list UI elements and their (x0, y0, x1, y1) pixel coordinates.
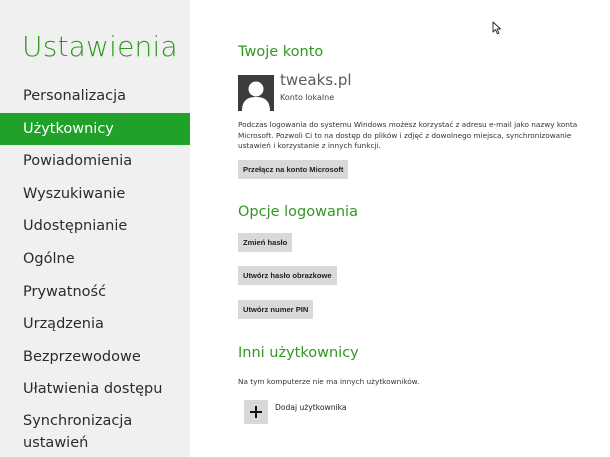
mouse-pointer-icon (492, 21, 501, 35)
nav-item-bezprzewodowe[interactable]: Bezprzewodowe (0, 341, 190, 374)
nav-item-personalizacja[interactable]: Personalizacja (0, 80, 190, 113)
switch-to-microsoft-account-button[interactable]: Przełącz na konto Microsoft (238, 160, 349, 179)
nav-item-urzadzenia[interactable]: Urządzenia (0, 308, 190, 341)
nav-item-ogolne[interactable]: Ogólne (0, 243, 190, 276)
section-title-login-options: Opcje logowania (238, 204, 358, 220)
nav-item-prywatnosc[interactable]: Prywatność (0, 276, 190, 309)
nav-item-uzytkownicy[interactable]: Użytkownicy (0, 112, 190, 146)
no-other-users-text: Na tym komputerze nie ma innych użytkown… (238, 377, 420, 386)
account-description: Podczas logowania do systemu Windows moż… (238, 120, 578, 150)
change-password-button[interactable]: Zmień hasło (238, 233, 293, 252)
account-type: Konto lokalne (280, 93, 335, 102)
account-name: tweaks.pl (280, 71, 352, 89)
nav-item-powiadomienia[interactable]: Powiadomienia (0, 145, 190, 178)
nav-item-wyszukiwanie[interactable]: Wyszukiwanie (0, 178, 190, 211)
create-pin-button[interactable]: Utwórz numer PIN (238, 300, 314, 319)
nav-item-ulatwienia-dostepu[interactable]: Ułatwienia dostępu (0, 373, 190, 406)
plus-icon (250, 406, 262, 418)
settings-nav: Personalizacja Użytkownicy Powiadomienia… (0, 80, 190, 454)
create-picture-password-button[interactable]: Utwórz hasło obrazkowe (238, 266, 337, 285)
add-user-button[interactable] (244, 400, 268, 424)
user-silhouette-icon (238, 75, 274, 111)
section-title-other-users: Inni użytkownicy (238, 345, 359, 361)
nav-item-udostepnianie[interactable]: Udostępnianie (0, 210, 190, 243)
nav-item-synchronizacja[interactable]: Synchronizacja ustawień (0, 406, 190, 454)
settings-sidebar: Ustawienia Personalizacja Użytkownicy Po… (0, 0, 190, 457)
add-user-label[interactable]: Dodaj użytkownika (275, 403, 347, 412)
section-title-account: Twoje konto (238, 44, 324, 60)
app-title: Ustawienia (22, 30, 178, 63)
